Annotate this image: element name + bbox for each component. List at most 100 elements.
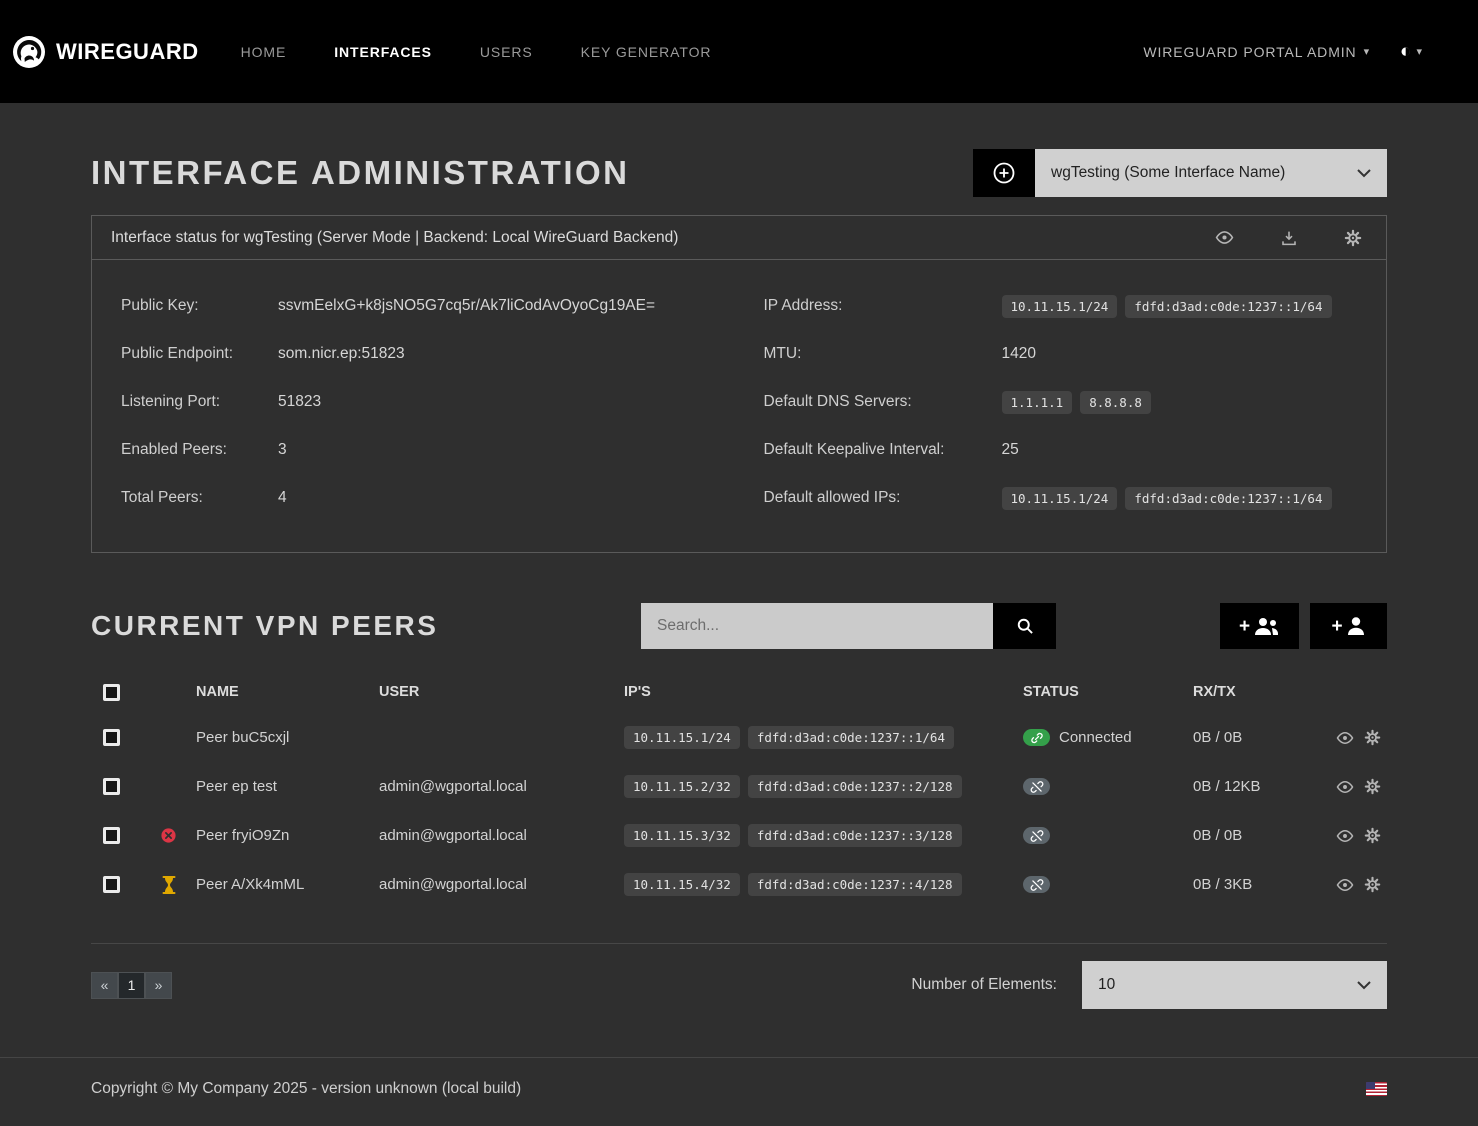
field-public-endpoint: Public Endpoint: som.nicr.ep:51823 bbox=[121, 330, 740, 378]
brand[interactable]: WIREGUARD bbox=[12, 35, 199, 69]
gear-icon bbox=[1364, 827, 1381, 844]
peer-add-buttons: + + bbox=[1220, 603, 1387, 649]
search-button[interactable] bbox=[993, 603, 1056, 649]
nav-key-generator[interactable]: KEY GENERATOR bbox=[581, 44, 712, 60]
card-header-actions bbox=[1215, 228, 1362, 247]
gear-icon bbox=[1344, 229, 1362, 247]
peer-settings-button[interactable] bbox=[1364, 827, 1381, 845]
gear-icon bbox=[1364, 729, 1381, 746]
peer-ips: 10.11.15.1/24 fdfd:d3ad:c0de:1237::1/64 bbox=[624, 726, 1023, 749]
peer-rxtx: 0B / 0B bbox=[1193, 729, 1336, 746]
field-ip-address: IP Address: 10.11.15.1/24 fdfd:d3ad:c0de… bbox=[764, 282, 1359, 330]
peer-name: Peer A/Xk4mML bbox=[196, 876, 379, 893]
peer-ips: 10.11.15.2/32 fdfd:d3ad:c0de:1237::2/128 bbox=[624, 775, 1023, 798]
nav-home[interactable]: HOME bbox=[241, 44, 287, 60]
view-interface-config-button[interactable] bbox=[1215, 228, 1234, 247]
search-input[interactable] bbox=[641, 603, 993, 649]
field-total-peers: Total Peers: 4 bbox=[121, 474, 740, 522]
pagination-next-button[interactable]: » bbox=[145, 972, 172, 999]
chevron-down-icon: ▾ bbox=[1416, 45, 1422, 58]
peer-settings-button[interactable] bbox=[1364, 729, 1381, 747]
interface-settings-button[interactable] bbox=[1344, 228, 1362, 247]
peers-table: NAME USER IP'S STATUS RX/TX Peer buC5cxj… bbox=[91, 671, 1387, 909]
view-peer-button[interactable] bbox=[1336, 778, 1354, 796]
table-controls: « 1 » Number of Elements: 10 bbox=[91, 943, 1387, 1009]
ip-badge: fdfd:d3ad:c0de:1237::1/64 bbox=[1125, 295, 1331, 318]
elements-per-page-select[interactable]: 10 bbox=[1082, 961, 1387, 1009]
download-interface-config-button[interactable] bbox=[1280, 228, 1298, 247]
interface-select-value: wgTesting (Some Interface Name) bbox=[1051, 164, 1285, 182]
view-peer-button[interactable] bbox=[1336, 729, 1354, 747]
peer-search-group bbox=[641, 603, 1056, 649]
peer-checkbox[interactable] bbox=[103, 827, 120, 844]
pagination-prev-button[interactable]: « bbox=[91, 972, 118, 999]
peer-user: admin@wgportal.local bbox=[379, 827, 624, 844]
peer-ips: 10.11.15.4/32 fdfd:d3ad:c0de:1237::4/128 bbox=[624, 873, 1023, 896]
peer-status-text: Connected bbox=[1059, 729, 1132, 746]
peer-user: admin@wgportal.local bbox=[379, 778, 624, 795]
ip-badge: 10.11.15.1/24 bbox=[1002, 487, 1118, 510]
ip-badge: 10.11.15.3/32 bbox=[624, 824, 740, 847]
admin-menu-label: WIREGUARD PORTAL ADMIN bbox=[1143, 44, 1356, 60]
peer-user: admin@wgportal.local bbox=[379, 876, 624, 893]
column-rxtx: RX/TX bbox=[1193, 684, 1336, 700]
gear-icon bbox=[1364, 876, 1381, 893]
pagination-current-page[interactable]: 1 bbox=[118, 972, 145, 999]
peer-settings-button[interactable] bbox=[1364, 876, 1381, 894]
ip-badge: 10.11.15.4/32 bbox=[624, 873, 740, 896]
ip-badge: 10.11.15.2/32 bbox=[624, 775, 740, 798]
eye-icon bbox=[1336, 729, 1354, 747]
field-allowed-ips: Default allowed IPs: 10.11.15.1/24 fdfd:… bbox=[764, 474, 1359, 522]
interface-status-card: Interface status for wgTesting (Server M… bbox=[91, 215, 1387, 553]
plus-icon: + bbox=[1331, 617, 1342, 636]
peer-status bbox=[1023, 778, 1193, 795]
interface-select[interactable]: wgTesting (Some Interface Name) bbox=[1035, 149, 1387, 197]
dns-badge: 1.1.1.1 bbox=[1002, 391, 1073, 414]
eye-icon bbox=[1215, 228, 1234, 247]
wireguard-logo-icon bbox=[12, 35, 46, 69]
peers-head: CURRENT VPN PEERS + bbox=[91, 603, 1387, 649]
field-enabled-peers: Enabled Peers: 3 bbox=[121, 426, 740, 474]
admin-menu-dropdown[interactable]: WIREGUARD PORTAL ADMIN ▾ bbox=[1143, 44, 1370, 60]
chevron-down-icon bbox=[1357, 169, 1371, 178]
language-us-flag-icon[interactable] bbox=[1366, 1082, 1387, 1096]
theme-toggle-dropdown[interactable]: ◐ ▾ bbox=[1400, 41, 1422, 63]
ip-badge: 10.11.15.1/24 bbox=[624, 726, 740, 749]
view-peer-button[interactable] bbox=[1336, 827, 1354, 845]
eye-icon bbox=[1336, 827, 1354, 845]
peer-row: Peer A/Xk4mML admin@wgportal.local 10.11… bbox=[91, 860, 1387, 909]
page-head: INTERFACE ADMINISTRATION wgTesting (Some… bbox=[91, 149, 1387, 197]
pagination: « 1 » bbox=[91, 972, 172, 999]
peer-checkbox[interactable] bbox=[103, 729, 120, 746]
column-ips: IP'S bbox=[624, 684, 1023, 700]
disconnected-link-slash-icon bbox=[1023, 827, 1050, 844]
peer-checkbox[interactable] bbox=[103, 778, 120, 795]
peer-checkbox[interactable] bbox=[103, 876, 120, 893]
chevron-down-icon: ▾ bbox=[1364, 45, 1370, 58]
view-peer-button[interactable] bbox=[1336, 876, 1354, 894]
elements-per-page-group: Number of Elements: 10 bbox=[911, 961, 1387, 1009]
peer-row: Peer ep test admin@wgportal.local 10.11.… bbox=[91, 762, 1387, 811]
peer-row: Peer fryiO9Zn admin@wgportal.local 10.11… bbox=[91, 811, 1387, 860]
peer-status bbox=[1023, 827, 1193, 844]
add-peer-button[interactable]: + bbox=[1310, 603, 1387, 649]
field-listening-port: Listening Port: 51823 bbox=[121, 378, 740, 426]
peers-table-header: NAME USER IP'S STATUS RX/TX bbox=[91, 671, 1387, 713]
person-icon bbox=[1346, 616, 1366, 636]
field-dns-servers: Default DNS Servers: 1.1.1.1 8.8.8.8 bbox=[764, 378, 1359, 426]
brand-text: WIREGUARD bbox=[56, 39, 199, 65]
add-interface-button[interactable] bbox=[973, 149, 1035, 197]
peer-status bbox=[1023, 876, 1193, 893]
navbar-right: WIREGUARD PORTAL ADMIN ▾ ◐ ▾ bbox=[1143, 41, 1422, 63]
theme-half-circle-icon: ◐ bbox=[1400, 41, 1411, 63]
peer-row: Peer buC5cxjl 10.11.15.1/24 fdfd:d3ad:c0… bbox=[91, 713, 1387, 762]
nav-interfaces[interactable]: INTERFACES bbox=[334, 44, 432, 60]
ip-badge: fdfd:d3ad:c0de:1237::4/128 bbox=[748, 873, 962, 896]
field-public-key: Public Key: ssvmEelxG+k8jsNO5G7cq5r/Ak7l… bbox=[121, 282, 740, 330]
peer-ips: 10.11.15.3/32 fdfd:d3ad:c0de:1237::3/128 bbox=[624, 824, 1023, 847]
select-all-checkbox[interactable] bbox=[103, 684, 120, 701]
peer-actions bbox=[1336, 876, 1387, 894]
peer-settings-button[interactable] bbox=[1364, 778, 1381, 796]
nav-users[interactable]: USERS bbox=[480, 44, 533, 60]
add-multiple-peers-button[interactable]: + bbox=[1220, 603, 1299, 649]
